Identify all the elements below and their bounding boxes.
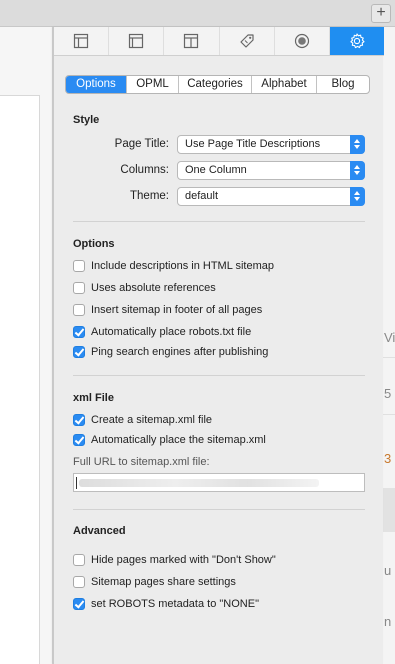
checkbox[interactable] (73, 260, 85, 272)
layout-sidebar-icon (73, 33, 89, 49)
absolute-references-checkbox-row[interactable]: Uses absolute references (73, 281, 216, 295)
ping-search-engines-checkbox-row[interactable]: Ping search engines after publishing (73, 345, 268, 359)
create-sitemap-xml-checkbox-row[interactable]: Create a sitemap.xml file (73, 413, 212, 427)
toolbar-button-layout-sidebar[interactable] (54, 27, 110, 55)
background-title-bar: + (0, 0, 395, 27)
tab-options[interactable]: Options (66, 76, 127, 93)
checkbox-label: Automatically place the sitemap.xml (91, 434, 266, 446)
checkbox-label: Automatically place robots.txt file (91, 326, 252, 338)
checkbox[interactable] (73, 598, 85, 610)
redacted-url-text (79, 479, 319, 487)
section-divider (73, 221, 365, 222)
columns-label: Columns: (120, 164, 169, 176)
background-left-pane (0, 27, 53, 664)
background-text-fragment: 3 (384, 451, 392, 466)
checkbox[interactable] (73, 434, 85, 446)
theme-value: default (185, 190, 219, 202)
checkbox-label: Insert sitemap in footer of all pages (91, 304, 263, 316)
checkbox-label: set ROBOTS metadata to "NONE" (91, 598, 259, 610)
sitemap-url-label: Full URL to sitemap.xml file: (73, 456, 210, 468)
tab-categories[interactable]: Categories (179, 76, 252, 93)
columns-select[interactable]: One Column (177, 161, 365, 180)
footer-sitemap-checkbox-row[interactable]: Insert sitemap in footer of all pages (73, 303, 262, 317)
background-page-canvas (0, 95, 40, 664)
section-divider (73, 375, 365, 376)
chevron-updown-icon (350, 161, 365, 180)
checkbox-label: Create a sitemap.xml file (91, 414, 213, 426)
checkbox[interactable] (73, 576, 85, 588)
toolbar-button-tag[interactable] (220, 27, 275, 55)
toolbar-button-layout-column[interactable] (109, 27, 165, 55)
toolbar-button-layout-header[interactable] (164, 27, 220, 55)
checkbox-label: Sitemap pages share settings (91, 576, 236, 588)
style-section-title: Style (73, 114, 100, 126)
share-settings-checkbox-row[interactable]: Sitemap pages share settings (73, 575, 236, 589)
checkbox-label: Uses absolute references (91, 282, 216, 294)
section-divider (73, 509, 365, 510)
checkbox[interactable] (73, 326, 85, 338)
place-sitemap-xml-checkbox-row[interactable]: Automatically place the sitemap.xml (73, 433, 266, 447)
toolbar-button-sitemap[interactable] (329, 27, 385, 55)
layout-header-icon (184, 33, 199, 49)
theme-select[interactable]: default (177, 187, 365, 206)
background-gray-block (383, 488, 395, 532)
chevron-updown-icon (350, 187, 365, 206)
background-row-divider (383, 357, 395, 358)
sitemap-tabs: Options OPML Categories Alphabet Blog (65, 75, 370, 94)
sitemap-gear-icon (350, 33, 365, 49)
background-text-fragment: n (384, 614, 392, 629)
checkbox-label: Hide pages marked with "Don't Show" (91, 554, 276, 566)
page-title-select[interactable]: Use Page Title Descriptions (177, 135, 365, 154)
page-title-value: Use Page Title Descriptions (185, 138, 321, 150)
include-descriptions-checkbox-row[interactable]: Include descriptions in HTML sitemap (73, 259, 274, 273)
robots-txt-checkbox-row[interactable]: Automatically place robots.txt file (73, 325, 251, 339)
checkbox[interactable] (73, 346, 85, 358)
chevron-updown-icon (350, 135, 365, 154)
tab-alphabet[interactable]: Alphabet (252, 76, 317, 93)
text-caret (76, 477, 77, 489)
tab-blog[interactable]: Blog (317, 76, 369, 93)
tag-icon (239, 34, 254, 48)
background-row-divider (383, 414, 395, 415)
checkbox[interactable] (73, 304, 85, 316)
background-text-fragment: u (384, 563, 392, 578)
checkbox-label: Ping search engines after publishing (91, 346, 269, 358)
inspector-toolbar (54, 27, 385, 56)
checkbox[interactable] (73, 554, 85, 566)
background-text-fragment: 5 (384, 386, 392, 401)
advanced-section-title: Advanced (73, 525, 126, 537)
sitemap-url-input[interactable] (73, 473, 365, 492)
columns-value: One Column (185, 164, 247, 176)
sitemap-inspector-panel: Options OPML Categories Alphabet Blog St… (53, 27, 385, 664)
tab-opml[interactable]: OPML (127, 76, 179, 93)
target-icon (294, 33, 309, 49)
toolbar-button-target[interactable] (275, 27, 330, 55)
checkbox[interactable] (73, 282, 85, 294)
hide-pages-checkbox-row[interactable]: Hide pages marked with "Don't Show" (73, 553, 276, 567)
robots-metadata-checkbox-row[interactable]: set ROBOTS metadata to "NONE" (73, 597, 259, 611)
page-title-label: Page Title: (114, 138, 169, 150)
theme-label: Theme: (130, 190, 169, 202)
xml-file-section-title: xml File (73, 392, 114, 404)
checkbox-label: Include descriptions in HTML sitemap (91, 260, 275, 272)
checkbox[interactable] (73, 414, 85, 426)
add-button[interactable]: + (371, 4, 391, 23)
layout-column-icon (129, 33, 144, 49)
options-section-title: Options (73, 238, 115, 250)
background-text-fragment: Vi (384, 330, 395, 345)
